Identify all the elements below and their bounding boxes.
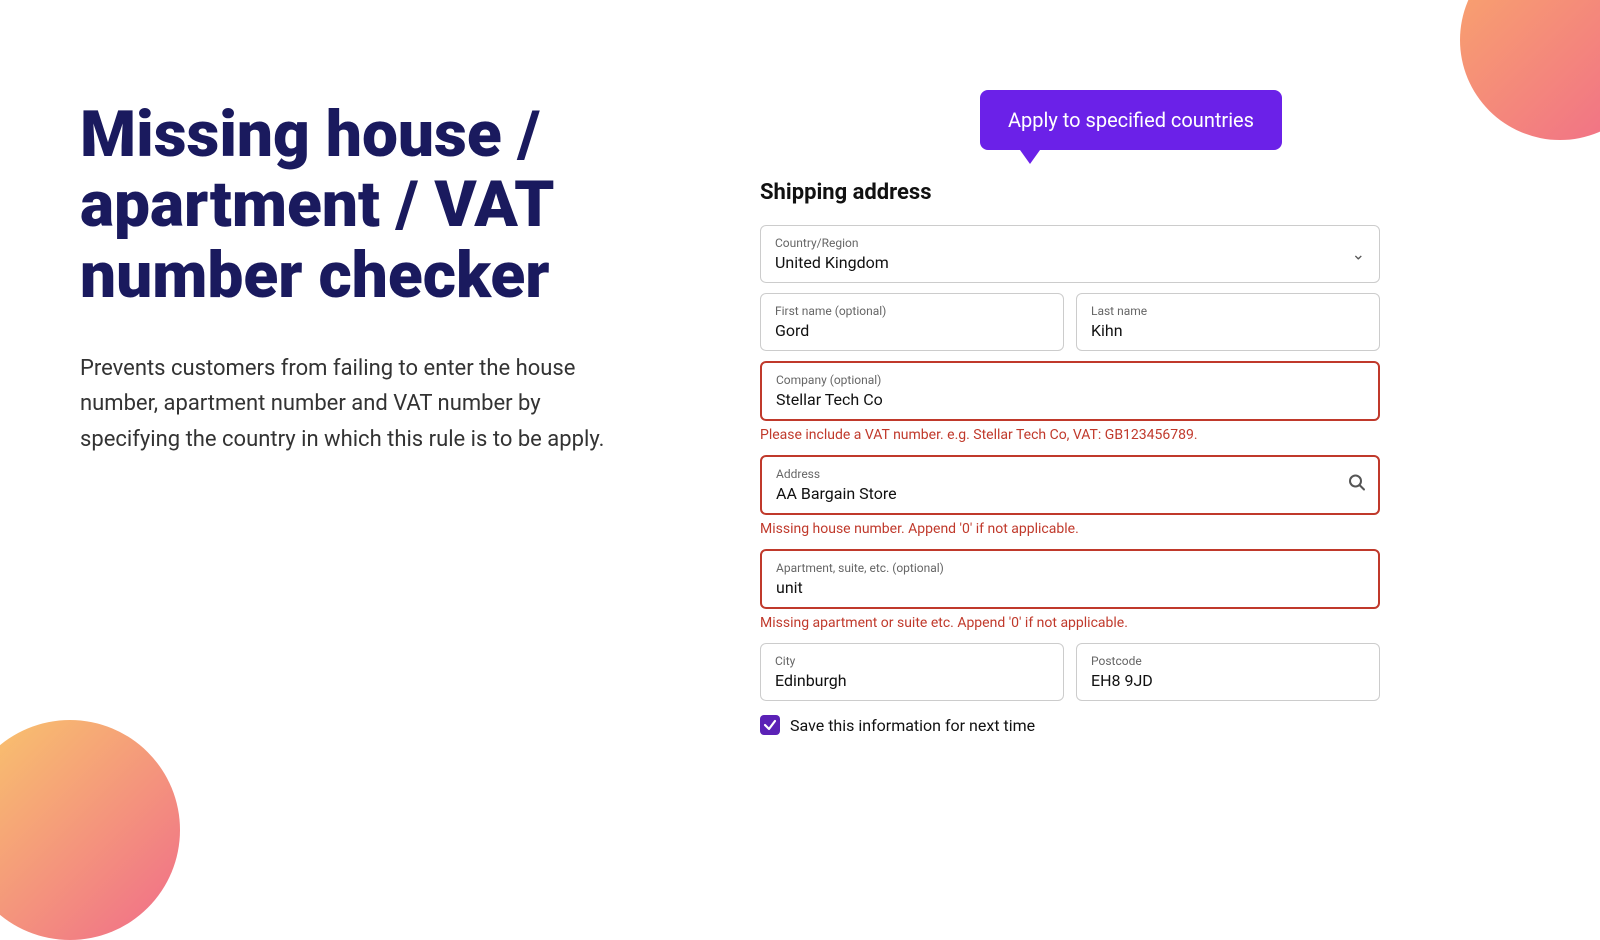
city-value: Edinburgh [775,671,847,690]
left-panel: Missing house / apartment / VAT number c… [0,0,700,900]
last-name-label: Last name [1091,304,1365,318]
form-container: Apply to specified countries Shipping ad… [760,120,1380,735]
description: Prevents customers from failing to enter… [80,351,640,457]
right-panel: Apply to specified countries Shipping ad… [700,0,1600,900]
apartment-field[interactable]: Apartment, suite, etc. (optional) unit [760,549,1380,609]
tooltip-text: Apply to specified countries [1008,108,1254,132]
main-title: Missing house / apartment / VAT number c… [80,100,640,311]
country-region-field[interactable]: Country/Region United Kingdom ⌄ [760,225,1380,283]
company-hint: Please include a VAT number. e.g. Stella… [760,427,1380,443]
company-value: Stellar Tech Co [776,390,883,409]
company-label: Company (optional) [776,373,1364,387]
first-name-field[interactable]: First name (optional) Gord [760,293,1064,351]
save-info-label: Save this information for next time [790,716,1035,735]
city-label: City [775,654,1049,668]
city-postcode-row: City Edinburgh Postcode EH8 9JD [760,643,1380,701]
save-info-checkbox[interactable] [760,715,780,735]
apartment-error: Missing apartment or suite etc. Append '… [760,615,1380,631]
address-value: AA Bargain Store [776,484,897,503]
address-error: Missing house number. Append '0' if not … [760,521,1380,537]
address-label: Address [776,467,1334,481]
postcode-label: Postcode [1091,654,1365,668]
save-info-row[interactable]: Save this information for next time [760,715,1380,735]
last-name-value: Kihn [1091,321,1123,340]
first-name-label: First name (optional) [775,304,1049,318]
country-region-label: Country/Region [775,236,1365,250]
first-name-value: Gord [775,321,809,340]
apartment-value: unit [776,578,803,597]
company-field[interactable]: Company (optional) Stellar Tech Co [760,361,1380,421]
name-row: First name (optional) Gord Last name Kih… [760,293,1380,351]
chevron-down-icon: ⌄ [1352,245,1365,264]
postcode-field[interactable]: Postcode EH8 9JD [1076,643,1380,701]
apartment-label: Apartment, suite, etc. (optional) [776,561,1364,575]
country-region-value: United Kingdom [775,253,889,272]
postcode-value: EH8 9JD [1091,671,1153,690]
address-field[interactable]: Address AA Bargain Store [760,455,1380,515]
search-icon [1348,474,1366,497]
address-wrapper: Address AA Bargain Store [760,455,1380,515]
last-name-field[interactable]: Last name Kihn [1076,293,1380,351]
tooltip-bubble: Apply to specified countries [980,90,1282,150]
city-field[interactable]: City Edinburgh [760,643,1064,701]
